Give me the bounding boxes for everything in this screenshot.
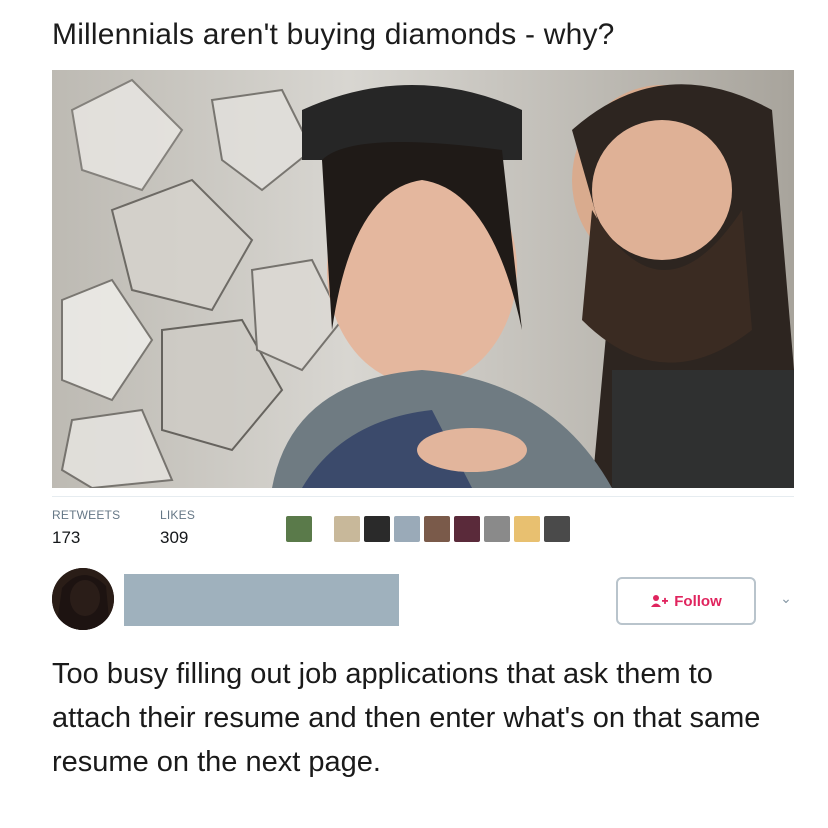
liker-avatar[interactable] <box>544 516 570 542</box>
likes-count: 309 <box>160 528 189 547</box>
liker-avatar[interactable] <box>394 516 420 542</box>
retweets-label: RETWEETS <box>52 508 121 522</box>
follow-button[interactable]: Follow <box>616 577 756 625</box>
headline: Millennials aren't buying diamonds - why… <box>52 18 615 51</box>
retweets-count: 173 <box>52 528 81 547</box>
likes-stat[interactable]: LIKES 309 <box>160 508 195 548</box>
redacted-username <box>124 574 399 626</box>
liker-avatar[interactable] <box>364 516 390 542</box>
liker-avatar[interactable] <box>484 516 510 542</box>
avatar-image <box>52 568 114 630</box>
divider <box>52 496 794 497</box>
photo-illustration <box>52 70 794 488</box>
add-user-icon <box>651 595 669 607</box>
follow-label: Follow <box>674 592 722 610</box>
liker-avatar[interactable] <box>334 516 360 542</box>
tweet-text: Too busy filling out job applications th… <box>52 658 761 778</box>
tweet-photo[interactable] <box>52 70 794 488</box>
liker-avatar[interactable] <box>424 516 450 542</box>
liker-avatar[interactable] <box>454 516 480 542</box>
chevron-down-icon[interactable]: ⌄ <box>778 590 794 606</box>
liker-avatar[interactable] <box>286 516 312 542</box>
user-avatar[interactable] <box>52 568 114 630</box>
retweets-stat[interactable]: RETWEETS 173 <box>52 508 120 548</box>
liker-avatar[interactable] <box>514 516 540 542</box>
likes-label: LIKES <box>160 508 196 522</box>
